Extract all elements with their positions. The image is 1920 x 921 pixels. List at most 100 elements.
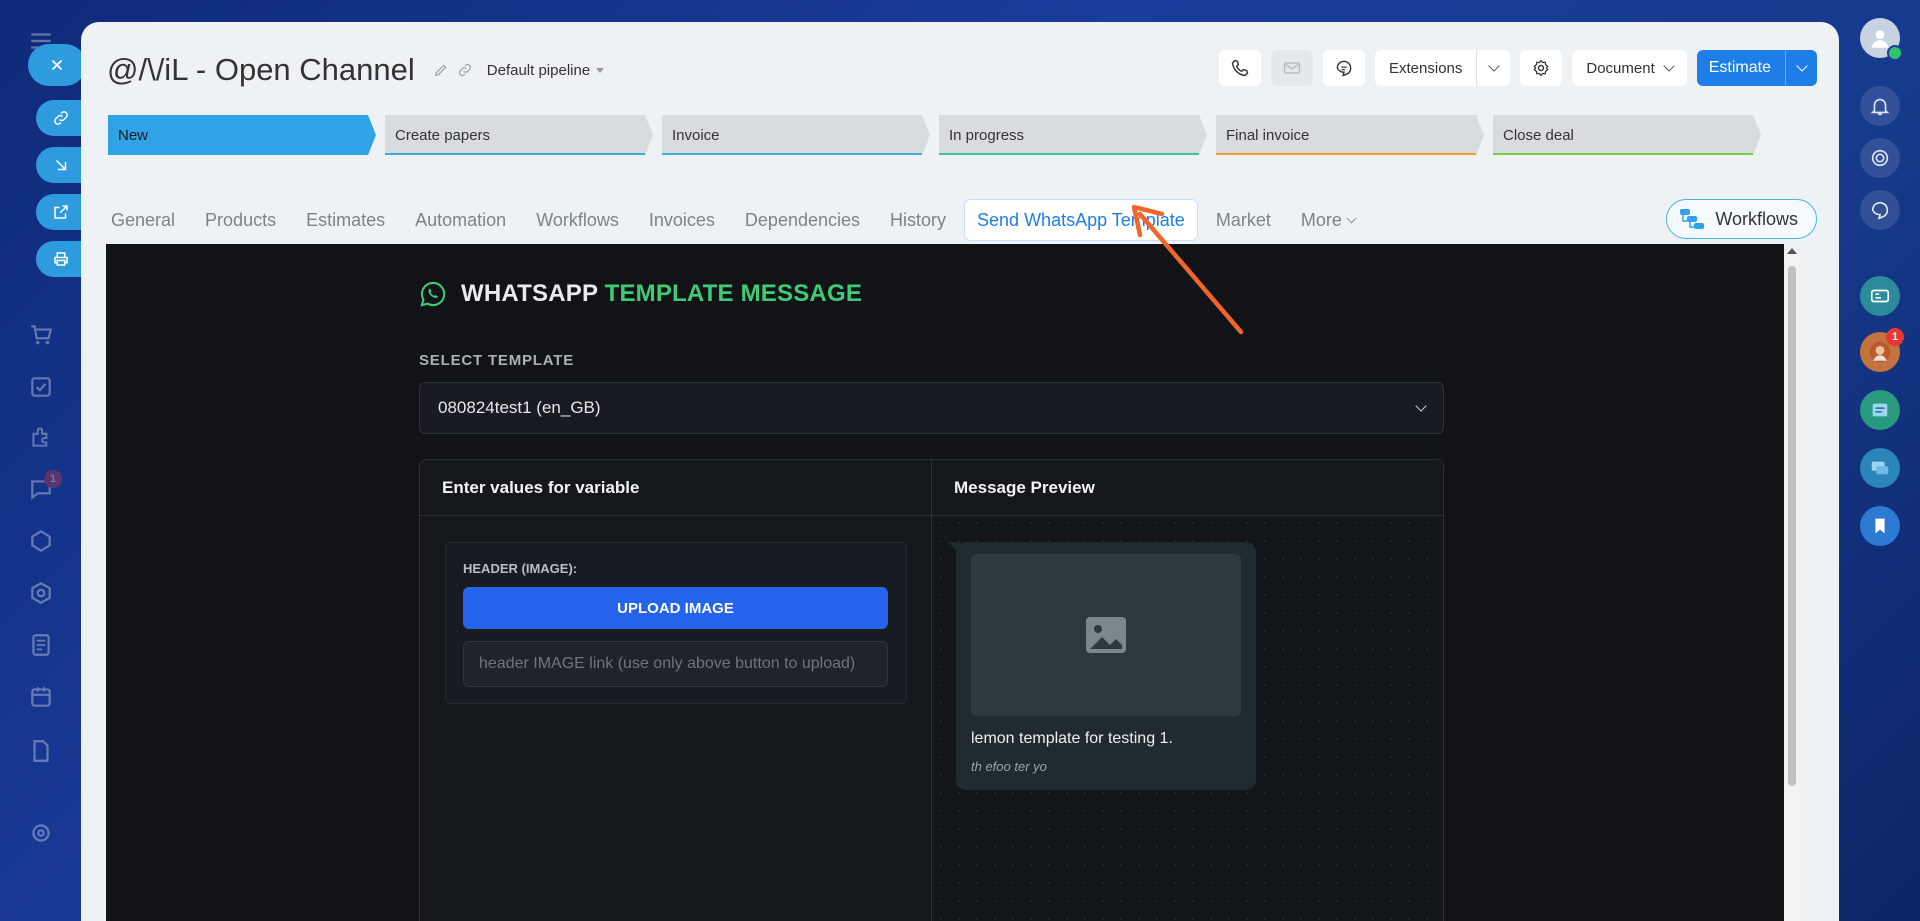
- tab-label: Estimates: [306, 209, 386, 230]
- chevron-down-icon: [1346, 213, 1357, 223]
- print-button[interactable]: [36, 241, 82, 277]
- tab-label: More: [1300, 209, 1342, 230]
- stage-close-deal[interactable]: Close deal: [1493, 115, 1761, 155]
- tab-general[interactable]: General: [99, 199, 187, 241]
- notes-button[interactable]: [1860, 390, 1900, 430]
- notifications-button[interactable]: [1860, 86, 1900, 126]
- stage-create-papers[interactable]: Create papers: [385, 115, 653, 155]
- extensions-button[interactable]: Extensions: [1375, 50, 1511, 86]
- header-field-label: HEADER (IMAGE):: [463, 561, 578, 576]
- chat-button[interactable]: [1323, 50, 1365, 86]
- file-icon[interactable]: [28, 738, 54, 764]
- document-icon[interactable]: [28, 632, 54, 658]
- cart-icon[interactable]: [28, 322, 54, 348]
- template-select[interactable]: 080824test1 (en_GB): [419, 382, 1444, 434]
- tab-workflows[interactable]: Workflows: [524, 199, 631, 241]
- link-icon: [54, 111, 68, 125]
- workflow-icon: [1680, 209, 1705, 229]
- tab-dependencies[interactable]: Dependencies: [733, 199, 872, 241]
- workflows-button[interactable]: Workflows: [1666, 199, 1817, 239]
- chat-bubble-icon: [1871, 201, 1889, 220]
- stage-new[interactable]: New: [108, 115, 376, 155]
- contact-center-button[interactable]: [1860, 276, 1900, 316]
- upload-image-button[interactable]: UPLOAD IMAGE: [463, 587, 888, 629]
- openlines-button[interactable]: [1860, 448, 1900, 488]
- sites-icon[interactable]: [28, 528, 54, 554]
- tasks-icon[interactable]: [28, 374, 54, 400]
- tab-automation[interactable]: Automation: [403, 199, 518, 241]
- tab-more[interactable]: More: [1289, 199, 1367, 241]
- tab-label: Market: [1215, 209, 1271, 230]
- select-template-label: SELECT TEMPLATE: [419, 352, 575, 369]
- bubble-tail: [948, 542, 960, 554]
- right-sidebar: 1: [1840, 0, 1920, 921]
- puzzle-icon[interactable]: [28, 424, 54, 450]
- email-button[interactable]: [1271, 50, 1313, 86]
- message-preview-bubble: lemon template for testing 1. th efoo te…: [948, 542, 1256, 790]
- image-link-input[interactable]: header IMAGE link (use only above button…: [463, 641, 888, 687]
- estimate-label: Estimate: [1708, 59, 1771, 76]
- tab-label: Invoices: [648, 209, 715, 230]
- extensions-dropdown[interactable]: [1476, 50, 1510, 86]
- stage-final-invoice[interactable]: Final invoice: [1216, 115, 1484, 155]
- settings-hex-icon[interactable]: [28, 580, 54, 606]
- left-sidebar: 1: [0, 0, 86, 921]
- estimate-button[interactable]: Estimate: [1696, 50, 1817, 86]
- link-icon[interactable]: [457, 62, 473, 78]
- arrow-down-right-icon: [55, 159, 67, 171]
- gear-icon[interactable]: [28, 820, 54, 846]
- image-icon: [1086, 617, 1126, 653]
- preview-column: Message Preview lemon template for testi…: [932, 460, 1443, 921]
- title-row: @/\/iL - Open Channel Default pipeline: [107, 48, 605, 92]
- close-icon: [51, 59, 63, 71]
- chat-icon[interactable]: 1: [28, 470, 62, 502]
- tab-estimates[interactable]: Estimates: [294, 199, 397, 241]
- open-new-window-button[interactable]: [36, 194, 82, 230]
- envelope-icon: [1283, 62, 1301, 74]
- call-button[interactable]: [1219, 50, 1261, 86]
- title-part-1: WHATSAPP: [461, 280, 598, 307]
- radar-button[interactable]: [1860, 138, 1900, 178]
- chat-avatar-button[interactable]: 1: [1860, 328, 1904, 372]
- stage-label: New: [118, 126, 149, 144]
- image-placeholder: [971, 554, 1241, 716]
- minimize-button[interactable]: [36, 147, 82, 183]
- bookmark-button[interactable]: [1860, 506, 1900, 546]
- tab-send-whatsapp-template[interactable]: Send WhatsApp Template: [964, 199, 1198, 241]
- stage-invoice[interactable]: Invoice: [662, 115, 930, 155]
- scrollbar[interactable]: [1784, 244, 1800, 921]
- stage-color-bar: [1216, 153, 1476, 155]
- online-indicator: [1887, 45, 1903, 61]
- chevron-down-icon: [1663, 60, 1675, 72]
- close-slider-button[interactable]: [28, 44, 86, 86]
- printer-icon: [54, 252, 68, 266]
- settings-button[interactable]: [1520, 50, 1563, 86]
- document-label: Document: [1586, 59, 1655, 77]
- pipeline-selector[interactable]: Default pipeline: [487, 62, 605, 79]
- toolbar: Extensions Document Estimate: [1219, 50, 1817, 86]
- conversation-icon: [1871, 461, 1889, 475]
- scroll-up-arrow[interactable]: [1787, 248, 1797, 254]
- user-avatar[interactable]: [1860, 18, 1903, 61]
- copy-link-button[interactable]: [36, 100, 82, 136]
- stage-label: Final invoice: [1226, 126, 1310, 144]
- estimate-dropdown[interactable]: [1785, 50, 1817, 86]
- calendar-icon[interactable]: [28, 684, 54, 710]
- tab-label: Products: [205, 209, 277, 230]
- tab-bar: General Products Estimates Automation Workfl…: [99, 199, 1373, 241]
- stage-in-progress[interactable]: In progress: [939, 115, 1207, 155]
- page-title: @/\/iL - Open Channel: [107, 52, 415, 87]
- tab-products[interactable]: Products: [193, 199, 288, 241]
- scroll-thumb[interactable]: [1788, 266, 1796, 786]
- messenger-button[interactable]: [1860, 190, 1900, 230]
- tab-label: History: [890, 209, 947, 230]
- tab-invoices[interactable]: Invoices: [637, 199, 727, 241]
- tab-market[interactable]: Market: [1204, 199, 1283, 241]
- document-button[interactable]: Document: [1572, 50, 1687, 86]
- gear-icon: [1533, 59, 1549, 77]
- variables-heading: Enter values for variable: [420, 460, 931, 516]
- tab-history[interactable]: History: [878, 199, 958, 241]
- edit-pencil-icon[interactable]: [433, 62, 449, 78]
- stage-color-bar: [1493, 153, 1753, 155]
- header-variable-box: HEADER (IMAGE): UPLOAD IMAGE header IMAG…: [445, 542, 907, 704]
